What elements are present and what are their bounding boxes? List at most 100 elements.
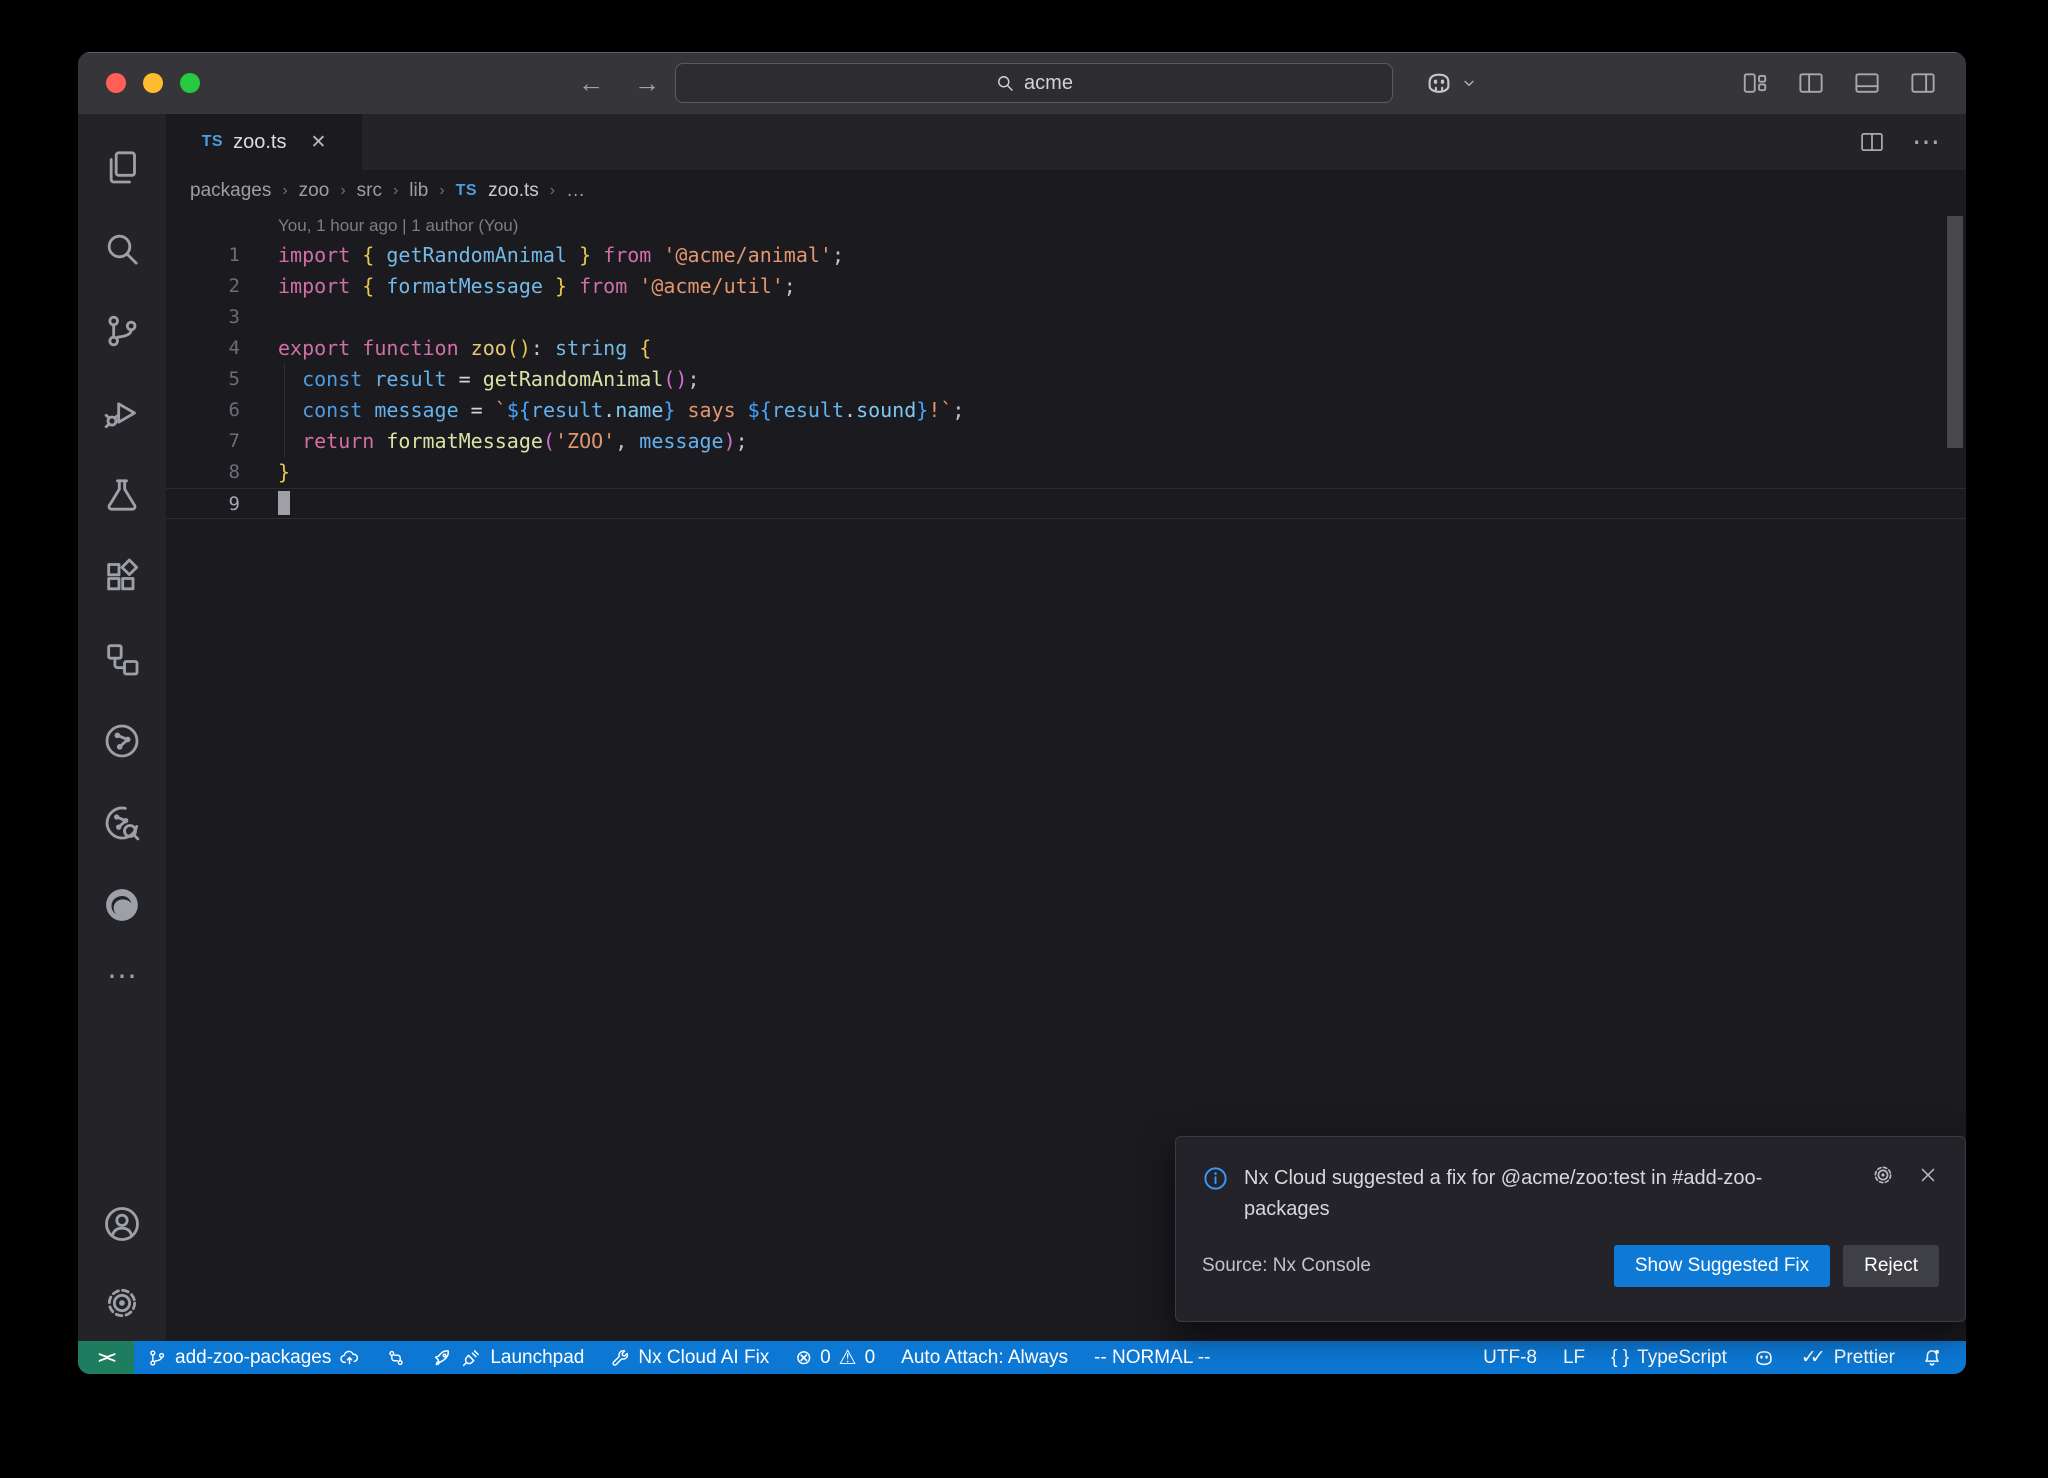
launchpad-status-item[interactable]: Launchpad [419, 1341, 597, 1374]
breadcrumb-symbol-more[interactable]: … [566, 180, 585, 202]
nx-console-icon[interactable] [78, 618, 166, 700]
line-number: 3 [166, 302, 240, 333]
extensions-icon[interactable] [78, 536, 166, 618]
chevron-down-icon [1461, 75, 1477, 91]
breadcrumb-separator: › [282, 182, 287, 200]
wrench-icon [610, 1348, 630, 1368]
zoom-window-button[interactable] [180, 73, 200, 93]
breadcrumb-item[interactable]: src [357, 180, 382, 202]
close-window-button[interactable] [106, 73, 126, 93]
breadcrumb-separator: › [340, 182, 345, 200]
encoding-status-item[interactable]: UTF-8 [1470, 1341, 1550, 1374]
typescript-file-icon: TS [456, 182, 477, 200]
account-icon[interactable] [78, 1183, 166, 1265]
breadcrumb-item[interactable]: lib [409, 180, 428, 202]
sync-status-item[interactable] [373, 1341, 419, 1374]
layout-controls [1740, 52, 1938, 114]
breadcrumb[interactable]: packages›zoo›src›lib›TSzoo.ts›… [166, 170, 1966, 212]
tab-bar: TS zoo.ts ✕ ⋯ [166, 114, 1966, 170]
line-number: 8 [166, 457, 240, 488]
plug-icon [461, 1347, 482, 1368]
code-line[interactable]: 3 [166, 302, 1966, 333]
code-line[interactable]: 2import { formatMessage } from '@acme/ut… [166, 271, 1966, 302]
line-number: 2 [166, 271, 240, 302]
editor-scrollbar[interactable] [1947, 216, 1963, 448]
breadcrumb-separator: › [393, 182, 398, 200]
notification-close-icon[interactable] [1917, 1164, 1939, 1186]
gitlens-blame-annotation[interactable]: You, 1 hour ago | 1 author (You) [278, 212, 1966, 240]
status-bar: >< add-zoo-packages Launchpad Nx Cloud A… [78, 1341, 1966, 1374]
code-lines: 1import { getRandomAnimal } from '@acme/… [166, 240, 1966, 519]
git-branch-icon [147, 1348, 167, 1368]
indent-guide [284, 364, 285, 457]
testing-icon[interactable] [78, 454, 166, 536]
vim-mode-status-item[interactable]: -- NORMAL -- [1081, 1341, 1223, 1374]
window-controls [106, 52, 200, 114]
code-line[interactable]: 6 const message = `${result.name} says $… [166, 395, 1966, 426]
breadcrumb-item[interactable]: zoo [299, 180, 330, 202]
tab-zoo-ts[interactable]: TS zoo.ts ✕ [166, 114, 362, 170]
vscode-window: ← → acme [78, 52, 1966, 1374]
settings-gear-icon[interactable] [78, 1265, 166, 1341]
split-editor-icon[interactable] [1858, 128, 1886, 156]
code-line[interactable]: 9 [166, 488, 1966, 519]
source-control-icon[interactable] [78, 290, 166, 372]
additional-views-icon[interactable]: ⋯ [78, 946, 166, 1006]
remote-indicator[interactable]: >< [78, 1341, 134, 1374]
search-view-icon[interactable] [78, 208, 166, 290]
rocket-icon [432, 1347, 453, 1368]
git-compare-icon [386, 1348, 406, 1368]
edge-tools-icon[interactable] [78, 864, 166, 946]
warning-icon: ⚠ [839, 1345, 857, 1370]
copilot-status-item[interactable] [1740, 1341, 1788, 1374]
code-line[interactable]: 4export function zoo(): string { [166, 333, 1966, 364]
auto-attach-status-item[interactable]: Auto Attach: Always [888, 1341, 1081, 1374]
prettier-status-item[interactable]: ✓✓ Prettier [1788, 1341, 1908, 1374]
command-center-search[interactable]: acme [675, 63, 1393, 103]
copilot-icon [1753, 1347, 1775, 1369]
eol-status-item[interactable]: LF [1550, 1341, 1598, 1374]
customize-layout-icon[interactable] [1740, 68, 1770, 98]
show-suggested-fix-button[interactable]: Show Suggested Fix [1614, 1245, 1830, 1287]
cloud-upload-icon [339, 1347, 360, 1368]
language-status-item[interactable]: { } TypeScript [1598, 1341, 1740, 1374]
breadcrumb-file[interactable]: zoo.ts [488, 180, 539, 202]
double-check-icon: ✓✓ [1801, 1346, 1826, 1369]
bell-dot-icon [1921, 1347, 1943, 1369]
problems-status-item[interactable]: ⊗ 0 ⚠ 0 [782, 1341, 888, 1374]
reject-button[interactable]: Reject [1843, 1245, 1939, 1287]
run-and-debug-icon[interactable] [78, 372, 166, 454]
desktop: ← → acme [0, 0, 2048, 1478]
minimize-window-button[interactable] [143, 73, 163, 93]
branch-status-item[interactable]: add-zoo-packages [134, 1341, 373, 1374]
line-number: 5 [166, 364, 240, 395]
line-number: 1 [166, 240, 240, 271]
nx-cloud-fix-status-item[interactable]: Nx Cloud AI Fix [597, 1341, 782, 1374]
code-line[interactable]: 5 const result = getRandomAnimal(); [166, 364, 1966, 395]
line-number: 7 [166, 426, 240, 457]
back-button[interactable]: ← [578, 68, 604, 99]
toggle-panel-icon[interactable] [1852, 68, 1882, 98]
breadcrumb-separator: › [439, 182, 444, 200]
nx-project-details-icon[interactable] [78, 782, 166, 864]
code-line[interactable]: 1import { getRandomAnimal } from '@acme/… [166, 240, 1966, 271]
tab-close-icon[interactable]: ✕ [310, 131, 326, 154]
nx-graph-icon[interactable] [78, 700, 166, 782]
info-icon [1202, 1165, 1229, 1192]
activity-bar: ⋯ [78, 114, 166, 1341]
copilot-icon [1424, 68, 1454, 98]
line-number: 4 [166, 333, 240, 364]
notification-settings-gear-icon[interactable] [1871, 1163, 1895, 1187]
copilot-menu[interactable] [1424, 52, 1477, 114]
toggle-secondary-sidebar-icon[interactable] [1908, 68, 1938, 98]
code-line[interactable]: 8} [166, 457, 1966, 488]
forward-button[interactable]: → [634, 68, 660, 99]
vim-block-cursor [278, 491, 290, 515]
breadcrumb-item[interactable]: packages [190, 180, 271, 202]
toggle-primary-sidebar-icon[interactable] [1796, 68, 1826, 98]
code-line[interactable]: 7 return formatMessage('ZOO', message); [166, 426, 1966, 457]
search-icon [995, 73, 1015, 93]
notifications-bell-item[interactable] [1908, 1341, 1956, 1374]
explorer-icon[interactable] [78, 126, 166, 208]
titlebar: ← → acme [78, 52, 1966, 114]
